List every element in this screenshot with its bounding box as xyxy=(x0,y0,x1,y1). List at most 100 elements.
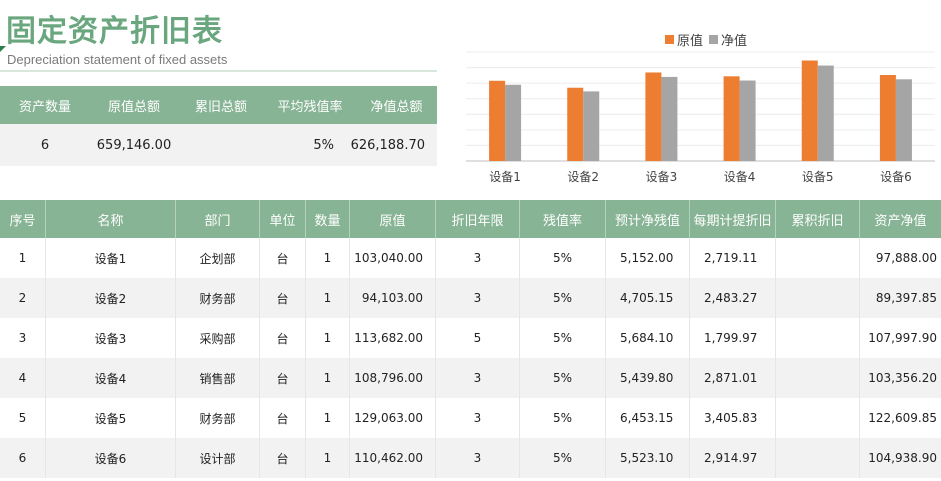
table-cell[interactable]: 企划部 xyxy=(176,238,260,278)
table-cell[interactable]: 5% xyxy=(520,238,606,278)
table-row[interactable]: 1 设备1 企划部台 1 103,040.00 3 5% 5,152.00 2,719.11 97… xyxy=(0,238,941,278)
table-cell[interactable]: 5% xyxy=(520,358,606,398)
table-cell[interactable]: 财务部 xyxy=(176,278,260,318)
table-cell[interactable] xyxy=(776,278,860,318)
table-cell[interactable]: 4 xyxy=(0,358,46,398)
table-cell[interactable]: 台 xyxy=(260,238,306,278)
table-cell[interactable]: 5,152.00 xyxy=(606,238,690,278)
table-cell[interactable]: 1,799.97 xyxy=(690,318,776,358)
table-cell[interactable]: 122,609.85 xyxy=(860,398,941,438)
column-header[interactable]: 数量 xyxy=(306,200,350,238)
bar-net-6[interactable] xyxy=(895,79,912,161)
table-cell[interactable]: 2 xyxy=(0,278,46,318)
table-cell[interactable]: 1 xyxy=(306,438,350,478)
bar-original-4[interactable] xyxy=(723,76,740,161)
bar-original-2[interactable] xyxy=(567,87,584,161)
table-cell[interactable]: 5 xyxy=(436,318,520,358)
table-row[interactable]: 6 设备6 设计部台 1 110,462.00 3 5% 5,523.10 2,914.97 10… xyxy=(0,438,941,478)
summary-header-cell[interactable]: 平均残值率 xyxy=(264,86,356,124)
table-cell[interactable]: 设备2 xyxy=(46,278,176,318)
column-header[interactable]: 部门 xyxy=(176,200,260,238)
table-cell[interactable]: 5% xyxy=(520,398,606,438)
table-cell[interactable]: 1 xyxy=(0,238,46,278)
table-cell[interactable] xyxy=(776,438,860,478)
table-cell[interactable]: 3 xyxy=(436,398,520,438)
table-cell[interactable]: 台 xyxy=(260,398,306,438)
table-cell[interactable]: 设备3 xyxy=(46,318,176,358)
table-cell[interactable] xyxy=(776,318,860,358)
table-cell[interactable]: 6 xyxy=(0,438,46,478)
summary-original-total[interactable]: 659,146.00 xyxy=(90,124,178,166)
column-header[interactable]: 累积折旧 xyxy=(776,200,860,238)
table-cell[interactable]: 3,405.83 xyxy=(690,398,776,438)
summary-header-cell[interactable]: 净值总额 xyxy=(356,86,437,124)
bar-original-3[interactable] xyxy=(645,72,662,161)
bar-original-1[interactable] xyxy=(489,80,506,161)
table-cell[interactable]: 113,682.00 xyxy=(350,318,436,358)
table-cell[interactable]: 设备4 xyxy=(46,358,176,398)
table-cell[interactable] xyxy=(776,238,860,278)
table-cell[interactable]: 5% xyxy=(520,278,606,318)
table-cell[interactable]: 89,397.85 xyxy=(860,278,941,318)
bar-net-3[interactable] xyxy=(661,76,678,161)
column-header[interactable]: 每期计提折旧 xyxy=(690,200,776,238)
table-cell[interactable]: 设计部 xyxy=(176,438,260,478)
table-cell[interactable]: 2,719.11 xyxy=(690,238,776,278)
column-header[interactable]: 资产净值 xyxy=(860,200,941,238)
bar-original-5[interactable] xyxy=(801,60,818,161)
table-cell[interactable] xyxy=(776,398,860,438)
table-cell[interactable]: 97,888.00 xyxy=(860,238,941,278)
table-cell[interactable] xyxy=(776,358,860,398)
table-cell[interactable]: 3 xyxy=(436,438,520,478)
table-cell[interactable]: 设备5 xyxy=(46,398,176,438)
column-header[interactable]: 预计净残值 xyxy=(606,200,690,238)
table-cell[interactable]: 财务部 xyxy=(176,398,260,438)
table-cell[interactable]: 107,997.90 xyxy=(860,318,941,358)
table-row[interactable]: 3 设备3 采购部台 1 113,682.00 5 5% 5,684.10 1,799.97 10… xyxy=(0,318,941,358)
column-header[interactable]: 单位 xyxy=(260,200,306,238)
summary-header-cell[interactable]: 累旧总额 xyxy=(178,86,264,124)
table-cell[interactable]: 3 xyxy=(436,358,520,398)
table-cell[interactable]: 110,462.00 xyxy=(350,438,436,478)
table-cell[interactable]: 台 xyxy=(260,438,306,478)
table-cell[interactable]: 5% xyxy=(520,438,606,478)
column-header[interactable]: 序号 xyxy=(0,200,46,238)
table-cell[interactable]: 5,684.10 xyxy=(606,318,690,358)
table-cell[interactable]: 5 xyxy=(0,398,46,438)
table-cell[interactable]: 台 xyxy=(260,278,306,318)
table-cell[interactable]: 1 xyxy=(306,318,350,358)
table-cell[interactable]: 6,453.15 xyxy=(606,398,690,438)
bar-net-5[interactable] xyxy=(817,65,834,161)
summary-net-total[interactable]: 626,188.70 xyxy=(351,124,437,166)
table-cell[interactable]: 设备1 xyxy=(46,238,176,278)
column-header[interactable]: 原值 xyxy=(350,200,436,238)
table-cell[interactable]: 1 xyxy=(306,398,350,438)
table-cell[interactable]: 103,040.00 xyxy=(350,238,436,278)
summary-header-cell[interactable]: 原值总额 xyxy=(90,86,178,124)
table-cell[interactable]: 3 xyxy=(0,318,46,358)
table-row[interactable]: 4 设备4 销售部台 1 108,796.00 3 5% 5,439.80 2,871.01 10… xyxy=(0,358,941,398)
table-cell[interactable]: 3 xyxy=(436,238,520,278)
bar-net-1[interactable] xyxy=(505,84,522,161)
table-cell[interactable]: 2,914.97 xyxy=(690,438,776,478)
bar-net-4[interactable] xyxy=(739,80,756,161)
table-cell[interactable]: 129,063.00 xyxy=(350,398,436,438)
column-header[interactable]: 残值率 xyxy=(520,200,606,238)
table-cell[interactable]: 108,796.00 xyxy=(350,358,436,398)
table-cell[interactable]: 94,103.00 xyxy=(350,278,436,318)
table-row[interactable]: 2 设备2 财务部台 1 94,103.00 3 5% 4,705.15 2,483.27 89,… xyxy=(0,278,941,318)
column-header[interactable]: 名称 xyxy=(46,200,176,238)
bar-chart[interactable]: 设备1 设备2 设备3 设备4 设备5 设备6 原值 净值 xyxy=(466,22,941,192)
column-header[interactable]: 折旧年限 xyxy=(436,200,520,238)
table-cell[interactable]: 台 xyxy=(260,318,306,358)
table-cell[interactable]: 台 xyxy=(260,358,306,398)
table-cell[interactable]: 2,483.27 xyxy=(690,278,776,318)
summary-avg-residual-rate[interactable]: 5% xyxy=(264,124,356,166)
summary-asset-count[interactable]: 6 xyxy=(0,124,90,166)
table-cell[interactable]: 1 xyxy=(306,238,350,278)
bar-original-6[interactable] xyxy=(879,74,896,161)
table-cell[interactable]: 4,705.15 xyxy=(606,278,690,318)
summary-header-cell[interactable]: 资产数量 xyxy=(0,86,90,124)
table-cell[interactable]: 设备6 xyxy=(46,438,176,478)
table-cell[interactable]: 104,938.90 xyxy=(860,438,941,478)
